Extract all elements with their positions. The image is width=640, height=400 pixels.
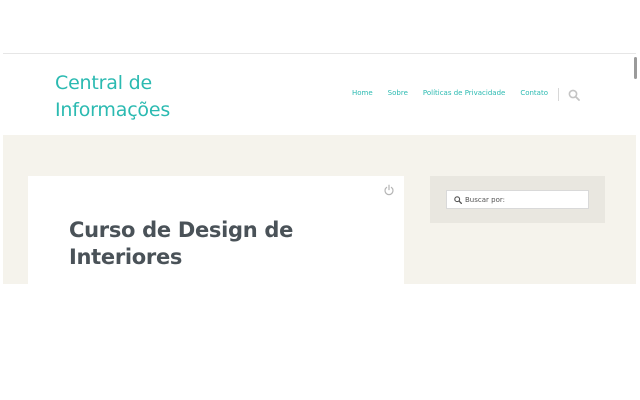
main-nav: Home Sobre Políticas de Privacidade Cont…: [337, 89, 548, 97]
search-icon[interactable]: [568, 88, 580, 101]
post-card: Curso de Design de Interiores: [28, 176, 404, 284]
sidebar-search-box[interactable]: [446, 190, 589, 209]
browser-viewport: Central de Informações Home Sobre Políti…: [3, 53, 636, 284]
post-title: Curso de Design de Interiores: [69, 218, 294, 269]
sidebar-search-widget: [430, 176, 605, 223]
nav-divider: [558, 88, 559, 101]
power-icon: [383, 183, 395, 196]
nav-item-home[interactable]: Home: [352, 89, 373, 97]
scrollbar[interactable]: [634, 57, 637, 79]
nav-item-contato[interactable]: Contato: [520, 89, 548, 97]
site-header: Central de Informações Home Sobre Políti…: [3, 53, 636, 135]
search-icon: [454, 195, 462, 204]
nav-item-privacy[interactable]: Políticas de Privacidade: [423, 89, 505, 97]
search-input[interactable]: [465, 195, 585, 204]
logo-line-1: Central de: [55, 72, 152, 94]
nav-item-sobre[interactable]: Sobre: [388, 89, 408, 97]
site-logo[interactable]: Central de Informações: [55, 70, 255, 124]
logo-line-2: Informações: [55, 99, 171, 121]
